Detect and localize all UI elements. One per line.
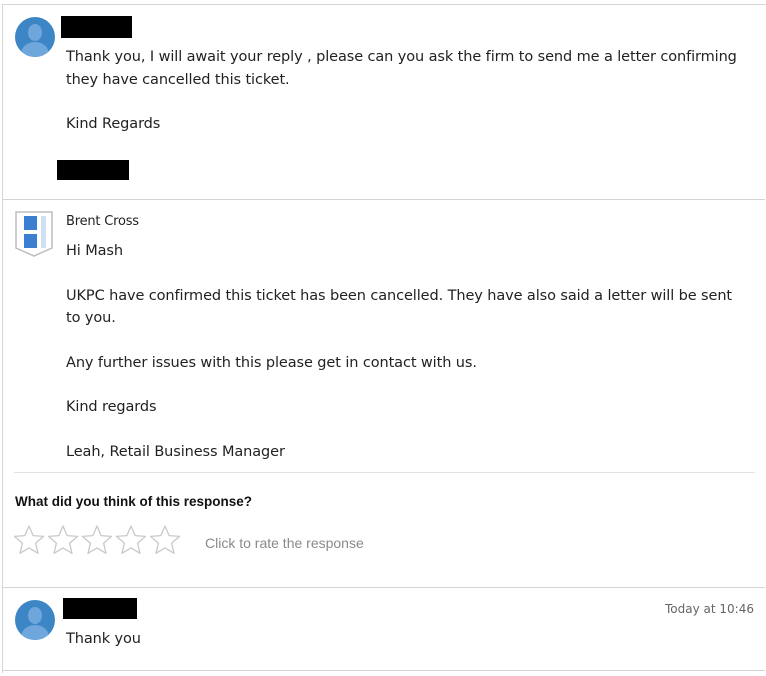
message-paragraph: Any further issues with this please get … [66,354,477,371]
brent-cross-shield-icon [15,211,53,257]
star-outline-icon[interactable] [149,524,181,556]
message-paragraph: Hi Mash [66,243,123,259]
message-paragraph: Leah, Retail Business Manager [66,443,285,460]
rating-prompt: Click to rate the response [205,535,364,551]
message-divider [3,199,765,200]
message-paragraph: Thank you, I will await your reply , ple… [66,49,737,88]
star-rating[interactable] [13,524,181,556]
message-paragraph: UKPC have confirmed this ticket has been… [66,287,733,327]
message-body: Hi Mash UKPC have confirmed this ticket … [66,240,746,463]
rating-divider [14,472,755,473]
user-avatar-icon [15,600,55,640]
message-paragraph: Thank you [66,631,141,647]
redacted-sender-name [61,16,132,38]
user-avatar-icon [15,17,55,57]
star-outline-icon[interactable] [13,524,45,556]
redacted-signature [57,160,129,180]
message-timestamp: Today at 10:46 [665,602,754,616]
message-paragraph: Kind regards [66,399,157,415]
thread-bottom-border [3,670,765,671]
star-outline-icon[interactable] [47,524,79,556]
message-divider [3,587,765,588]
redacted-sender-name [63,598,137,619]
message-body: Thank you, I will await your reply , ple… [66,46,756,136]
sender-name: Brent Cross [66,214,139,229]
star-outline-icon[interactable] [115,524,147,556]
message-paragraph: Kind Regards [66,116,161,132]
rating-question: What did you think of this response? [15,494,253,509]
message-body: Thank you [66,628,466,651]
star-outline-icon[interactable] [81,524,113,556]
